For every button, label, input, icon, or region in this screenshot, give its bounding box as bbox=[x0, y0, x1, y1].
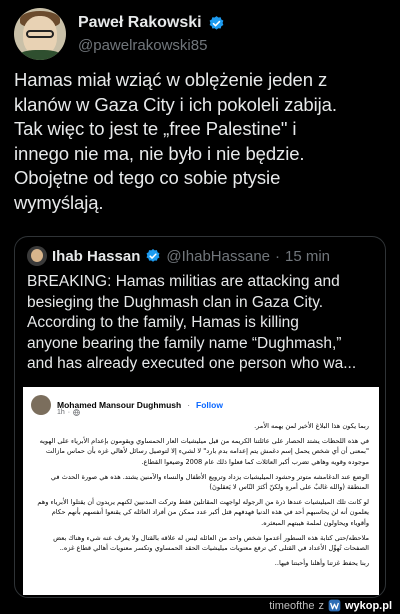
fb-avatar bbox=[31, 395, 51, 415]
author-handle[interactable]: @pawelrakowski85 bbox=[78, 37, 207, 54]
fb-paragraph: ربنا يحفظ غزتنا وأهلنا وأحبتنا فيها.. bbox=[274, 559, 369, 568]
fb-time: 1h bbox=[57, 409, 65, 416]
fb-paragraph: ملاحظه/حتى كتابة هذه السطور أعدموا شخص و… bbox=[53, 533, 369, 553]
author-avatar[interactable] bbox=[14, 8, 66, 60]
verified-badge-icon bbox=[146, 249, 160, 262]
fb-dot-2: · bbox=[67, 409, 71, 416]
fb-post-body: ربما يكون هذا البلاغ الأخير لمن يهمه الأ… bbox=[33, 421, 369, 573]
fb-dot: · bbox=[187, 400, 191, 410]
fb-paragraph: الوضع عند الدغامشه متوتر وحشود الميليشيا… bbox=[50, 472, 369, 492]
fb-meta: 1h · bbox=[57, 409, 80, 416]
fb-follow-link: Follow bbox=[196, 400, 223, 410]
footer-brand: wykop.pl bbox=[344, 599, 392, 612]
fb-paragraph: في هذه اللحظات يشتد الحصار على عائلتنا ا… bbox=[39, 437, 369, 466]
quoted-handle[interactable]: @IhabHassane bbox=[166, 248, 270, 265]
quoted-header: Ihab Hassan @IhabHassane · 15 min bbox=[27, 246, 330, 266]
tweet-text: Hamas miał wziąć w oblężenie jeden z kla… bbox=[14, 69, 337, 213]
quoted-avatar[interactable] bbox=[27, 246, 47, 266]
tweet-header: Paweł Rakowski @pawelrakowski85 bbox=[14, 8, 386, 64]
fb-paragraph: ربما يكون هذا البلاغ الأخير لمن يهمه الأ… bbox=[254, 422, 369, 430]
verified-badge-icon bbox=[209, 15, 223, 30]
fb-paragraph: لو كانت تلك الميليشيات عندها ذرة من الرج… bbox=[37, 498, 369, 527]
quoted-name[interactable]: Ihab Hassan bbox=[52, 248, 140, 265]
author-name[interactable]: Paweł Rakowski bbox=[78, 14, 202, 32]
quoted-separator: · bbox=[275, 247, 280, 265]
footer-source: timeofthe bbox=[269, 599, 315, 612]
quoted-time[interactable]: 15 min bbox=[285, 248, 330, 265]
author-name-row: Paweł Rakowski bbox=[78, 14, 225, 32]
globe-icon bbox=[73, 409, 80, 416]
wykop-logo-icon bbox=[328, 599, 341, 612]
footer-sep: z bbox=[318, 599, 324, 612]
quoted-tweet[interactable]: Ihab Hassan @IhabHassane · 15 min BREAKI… bbox=[14, 236, 386, 598]
watermark-footer: timeofthe z wykop.pl bbox=[269, 599, 392, 612]
quoted-text: BREAKING: Hamas militias are attacking a… bbox=[27, 273, 357, 372]
facebook-post-screenshot[interactable]: Mohamed Mansour Dughmush · Follow 1h · ر… bbox=[23, 387, 379, 595]
